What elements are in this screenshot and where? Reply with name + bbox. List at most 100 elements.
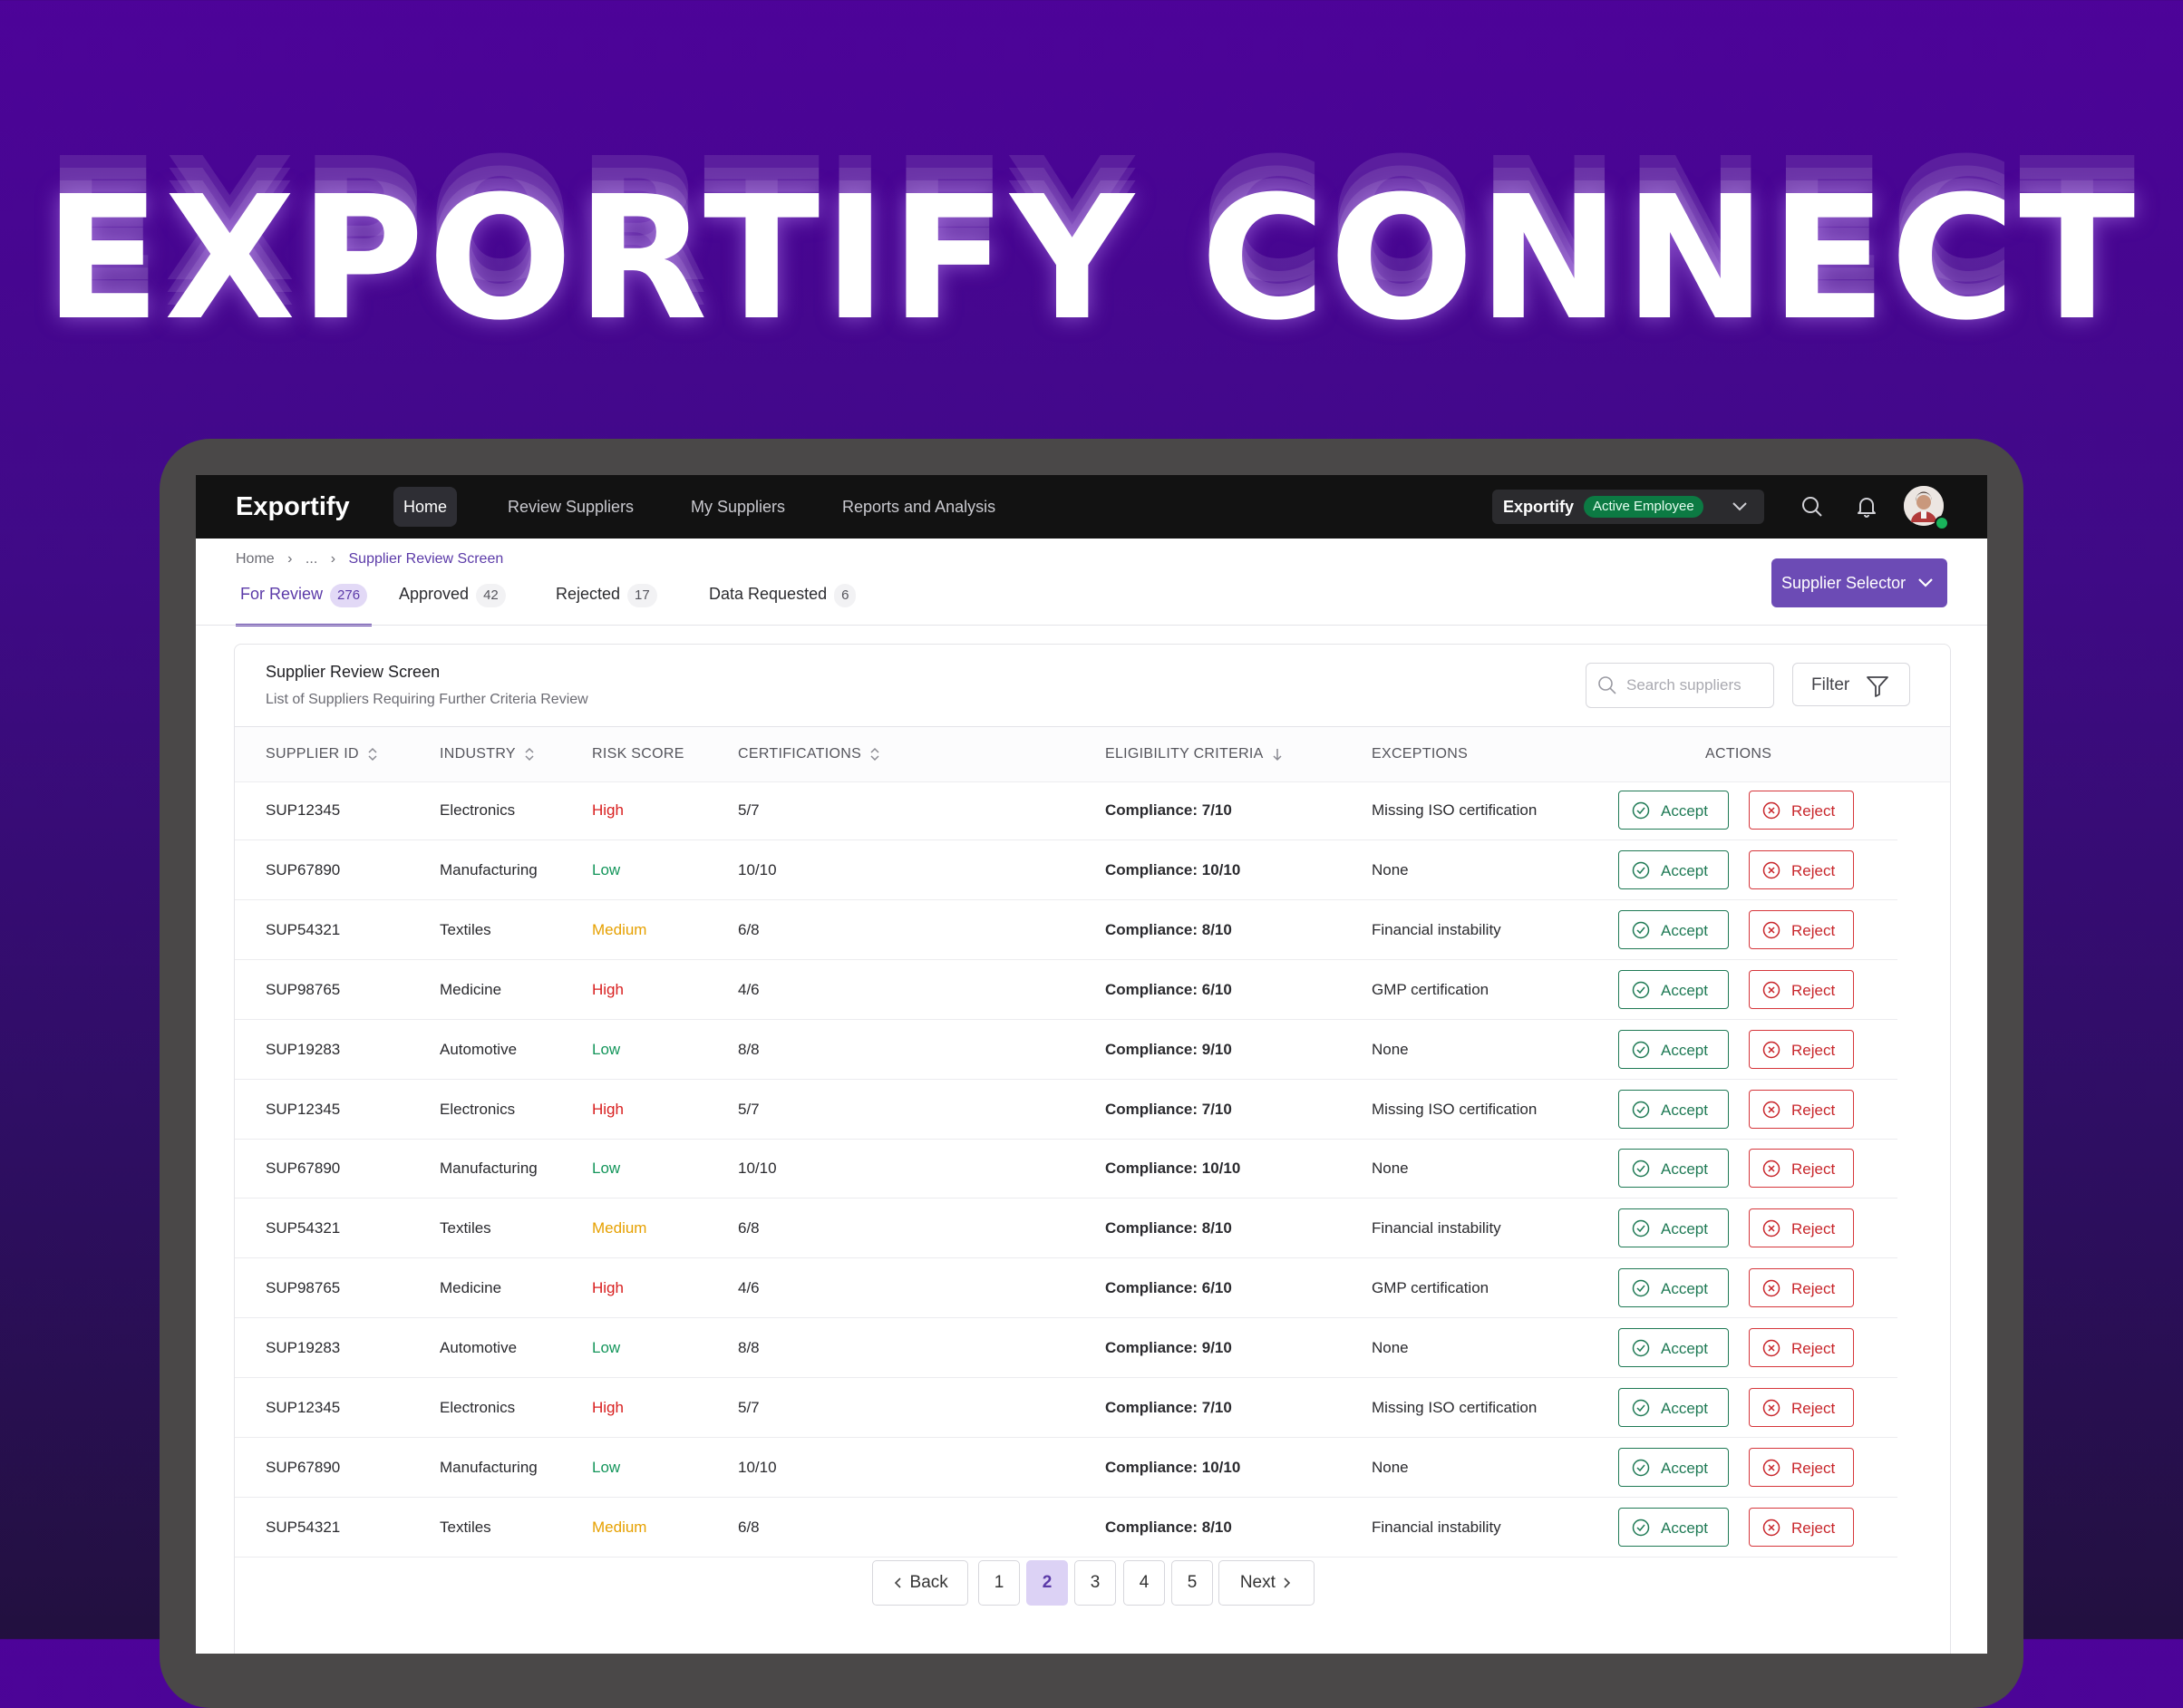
check-circle-icon [1632,1101,1650,1118]
check-circle-icon [1632,1160,1650,1178]
tab-count: 42 [476,584,506,607]
reject-button[interactable]: Reject [1749,969,1854,1009]
accept-button[interactable]: Accept [1618,1089,1729,1129]
reject-button[interactable]: Reject [1749,1447,1854,1487]
avatar[interactable] [1904,486,1949,530]
accept-button[interactable]: Accept [1618,1328,1729,1368]
column-header-industry[interactable]: INDUSTRY [440,727,536,781]
account-switcher[interactable]: Exportify Active Employee [1492,490,1764,524]
nav-item-reports-analysis[interactable]: Reports and Analysis [832,487,1005,527]
search-icon[interactable] [1800,495,1824,519]
breadcrumb-separator: › [330,551,336,567]
eligibility-criteria-cell: Compliance: 8/10 [1105,1518,1232,1536]
industry-cell: Manufacturing [440,860,538,878]
pagination-back-button[interactable]: Back [872,1560,968,1606]
pagination-next-button[interactable]: Next [1218,1560,1315,1606]
certifications-cell: 4/6 [738,980,760,998]
check-circle-icon [1632,1041,1650,1058]
search-input[interactable] [1625,671,1764,700]
table-row: SUP54321 Textiles Medium 6/8 Compliance: 8/1… [235,900,1897,960]
accept-button[interactable]: Accept [1618,1268,1729,1308]
pagination-page-4[interactable]: 4 [1123,1560,1165,1606]
accept-label: Accept [1661,1459,1708,1477]
reject-button[interactable]: Reject [1749,791,1854,830]
accept-button[interactable]: Accept [1618,1447,1729,1487]
supplier-selector-button[interactable]: Supplier Selector [1771,558,1947,607]
accept-label: Accept [1661,1519,1708,1537]
x-circle-icon [1762,981,1780,998]
risk-score-cell: High [592,1100,624,1118]
pagination-page-3[interactable]: 3 [1074,1560,1116,1606]
supplier-id-cell: SUP98765 [266,1279,341,1297]
column-header-eligibility-criteria[interactable]: ELIGIBILITY CRITERIA [1105,727,1284,781]
accept-button[interactable]: Accept [1618,1507,1729,1547]
app-logo[interactable]: Exportify [236,475,350,539]
tab-label: Rejected [556,585,621,603]
reject-button[interactable]: Reject [1749,1388,1854,1427]
online-indicator [1935,516,1949,530]
sort-icon [525,747,534,761]
breadcrumb-ellipsis[interactable]: ... [306,551,317,567]
tab-count: 17 [627,584,657,607]
reject-button[interactable]: Reject [1749,1328,1854,1368]
accept-button[interactable]: Accept [1618,1208,1729,1248]
table-row: SUP12345 Electronics High 5/7 Compliance: 7/… [235,1378,1897,1438]
table-row: SUP19283 Automotive Low 8/8 Compliance: 9/10… [235,1318,1897,1379]
accept-button[interactable]: Accept [1618,909,1729,949]
eligibility-criteria-cell: Compliance: 7/10 [1105,1100,1232,1118]
tab-for-review[interactable]: For Review 276 [236,577,373,626]
search-icon [1598,676,1616,694]
reject-button[interactable]: Reject [1749,1089,1854,1129]
risk-score-cell: Low [592,1458,621,1476]
reject-button[interactable]: Reject [1749,909,1854,949]
column-header-supplier-id[interactable]: SUPPLIER ID [266,727,379,781]
exceptions-cell: Financial instability [1372,1219,1501,1237]
sort-icon [870,747,879,761]
table-row: SUP98765 Medicine High 4/6 Compliance: 6/10 G… [235,960,1897,1020]
reject-button[interactable]: Reject [1749,849,1854,889]
x-circle-icon [1762,921,1780,939]
reject-button[interactable]: Reject [1749,1208,1854,1248]
tab-approved[interactable]: Approved 42 [399,577,506,624]
accept-button[interactable]: Accept [1618,969,1729,1009]
filter-button[interactable]: Filter [1792,663,1910,706]
app-screen: Exportify Home Review Suppliers My Suppl… [196,475,1987,1654]
nav-item-review-suppliers[interactable]: Review Suppliers [498,487,644,527]
nav-item-home[interactable]: Home [393,487,458,527]
tab-data-requested[interactable]: Data Requested 6 [709,577,857,624]
table-row: SUP12345 Electronics High 5/7 Compliance: 7/… [235,781,1897,840]
reject-button[interactable]: Reject [1749,1029,1854,1069]
column-header-label: CERTIFICATIONS [738,746,862,762]
pagination-page-1[interactable]: 1 [978,1560,1020,1606]
accept-label: Accept [1661,861,1708,879]
exceptions-cell: GMP certification [1372,980,1489,998]
accept-button[interactable]: Accept [1618,1029,1729,1069]
reject-button[interactable]: Reject [1749,1268,1854,1308]
accept-button[interactable]: Accept [1618,1149,1729,1189]
nav-item-my-suppliers[interactable]: My Suppliers [681,487,795,527]
breadcrumb-home[interactable]: Home [236,551,275,567]
accept-button[interactable]: Accept [1618,1388,1729,1427]
pagination-page-2[interactable]: 2 [1026,1560,1068,1606]
x-circle-icon [1762,1041,1780,1058]
certifications-cell: 10/10 [738,860,777,878]
reject-button[interactable]: Reject [1749,1149,1854,1189]
industry-cell: Textiles [440,920,491,938]
bell-icon[interactable] [1855,495,1878,519]
supplier-id-cell: SUP67890 [266,860,341,878]
risk-score-cell: Medium [592,1219,647,1237]
accept-button[interactable]: Accept [1618,849,1729,889]
x-circle-icon [1762,1399,1780,1417]
table-row: SUP54321 Textiles Medium 6/8 Compliance: 8/1… [235,1498,1897,1558]
x-circle-icon [1762,1279,1780,1297]
tab-label: Data Requested [709,585,828,603]
risk-score-cell: Medium [592,920,647,938]
pagination-page-5[interactable]: 5 [1171,1560,1213,1606]
accept-button[interactable]: Accept [1618,791,1729,830]
reject-button[interactable]: Reject [1749,1507,1854,1547]
column-header-certifications[interactable]: CERTIFICATIONS [738,727,881,781]
tab-rejected[interactable]: Rejected 17 [556,577,657,624]
tabs-divider [196,625,1987,626]
tab-count: 276 [330,584,368,607]
search-box[interactable] [1586,663,1774,708]
